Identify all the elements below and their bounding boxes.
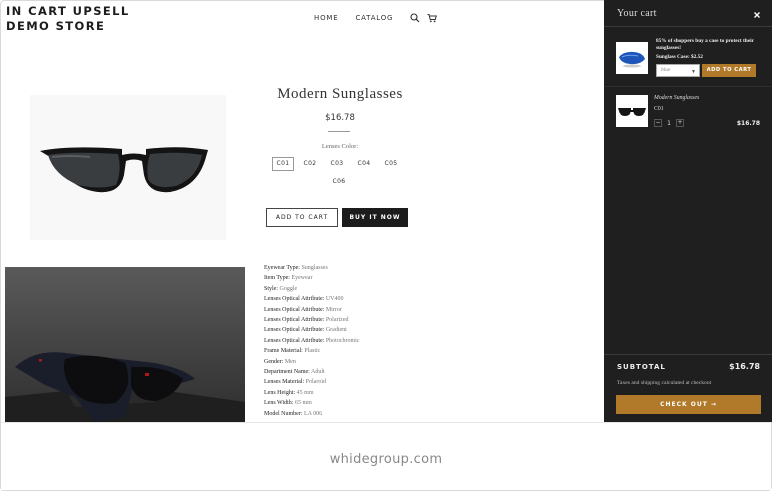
spec-row: Lenses Optical Attribute: Gradient <box>264 327 347 334</box>
spec-row: Model Number: LA 006 <box>264 410 323 417</box>
variant-option-c02[interactable]: C02 <box>299 158 321 172</box>
store-logo[interactable]: IN CART UPSELL DEMO STORE <box>6 4 130 34</box>
subtotal-value: $16.78 <box>729 362 760 371</box>
quantity-decrease-button[interactable]: − <box>654 119 662 127</box>
divider <box>604 26 772 27</box>
spec-row: Lens Width: 65 mm <box>264 400 312 407</box>
lenses-color-label: Lenses Color: <box>321 143 359 150</box>
upsell-select-value: blue <box>661 67 671 73</box>
quantity-increase-button[interactable]: + <box>676 119 684 127</box>
spec-row: Frame Material: Plastic <box>264 348 321 355</box>
main-nav: HOME CATALOG <box>314 13 444 23</box>
logo-line-2: DEMO STORE <box>6 19 106 33</box>
spec-row: Lens Height: 45 mm <box>264 389 314 396</box>
divider <box>604 354 772 355</box>
subtotal-label: SUBTOTAL <box>617 363 666 371</box>
upsell-thumbnail[interactable] <box>616 42 648 74</box>
cart-item-name[interactable]: Modern Sunglasses <box>654 95 699 101</box>
product-price: $16.78 <box>325 113 355 123</box>
tax-note: Taxes and shipping calculated at checkou… <box>617 380 712 386</box>
cart-item-thumbnail[interactable] <box>616 95 648 127</box>
search-icon[interactable] <box>410 13 420 23</box>
spec-row: Gender: Men <box>264 358 296 365</box>
upsell-variant-select[interactable]: blue ▼ <box>656 64 700 77</box>
quantity-stepper: − 1 + <box>654 119 684 127</box>
spec-row: Lenses Optical Attribute: Polarized <box>264 317 349 324</box>
variant-option-c04[interactable]: C04 <box>353 158 375 172</box>
variant-option-c03[interactable]: C03 <box>326 158 348 172</box>
spec-row: Lenses Material: Polaroid <box>264 379 326 386</box>
nav-home-link[interactable]: HOME <box>314 14 338 22</box>
product-specs: Eyewear Type: Sunglasses Item Type: Eyew… <box>264 263 464 422</box>
spec-row: Lenses Optical Attribute: Mirror <box>264 306 342 313</box>
checkout-button[interactable]: CHECK OUT → <box>616 395 761 414</box>
cart-item-price: $16.78 <box>736 120 760 127</box>
chevron-down-icon: ▼ <box>691 70 696 75</box>
quantity-value[interactable]: 1 <box>662 120 676 127</box>
spec-row: Department Name: Adult <box>264 369 325 376</box>
price-divider <box>328 131 350 132</box>
divider <box>604 86 772 87</box>
add-to-cart-button[interactable]: ADD TO CART <box>266 208 338 227</box>
upsell-message: 85% of shoppers buy a case to protect th… <box>656 38 754 51</box>
upsell-add-to-cart-button[interactable]: ADD TO CART <box>702 64 756 77</box>
spec-row: Eyewear Type: Sunglasses <box>264 265 328 271</box>
nav-catalog-link[interactable]: CATALOG <box>355 14 393 22</box>
upsell-product-name: Sunglass Case: $2.52 <box>656 54 703 60</box>
spec-row: Item Type: Eyewear <box>264 275 313 282</box>
variant-option-c01[interactable]: C01 <box>272 157 294 171</box>
logo-line-1: IN CART UPSELL <box>6 4 130 18</box>
variant-option-c06[interactable]: C06 <box>328 176 350 190</box>
product-lifestyle-image[interactable] <box>5 267 245 422</box>
product-title: Modern Sunglasses <box>277 86 403 102</box>
cart-drawer: Your cart 85% of shoppers buy a case to … <box>604 0 772 422</box>
buy-it-now-button[interactable]: BUY IT NOW <box>342 208 408 227</box>
cart-icon[interactable] <box>427 13 438 23</box>
spec-row: Lenses Optical Attribute: Photochromic <box>264 337 360 344</box>
variant-option-c05[interactable]: C05 <box>380 158 402 172</box>
product-image[interactable] <box>30 95 226 240</box>
spec-row: Lenses Optical Attribute: UV400 <box>264 296 344 303</box>
close-icon[interactable] <box>752 7 762 18</box>
cart-item-variant: C01 <box>654 106 664 112</box>
spec-row: Style: Goggle <box>264 285 298 292</box>
watermark-text: whidegroup.com <box>329 452 443 467</box>
cart-title: Your cart <box>617 8 657 19</box>
